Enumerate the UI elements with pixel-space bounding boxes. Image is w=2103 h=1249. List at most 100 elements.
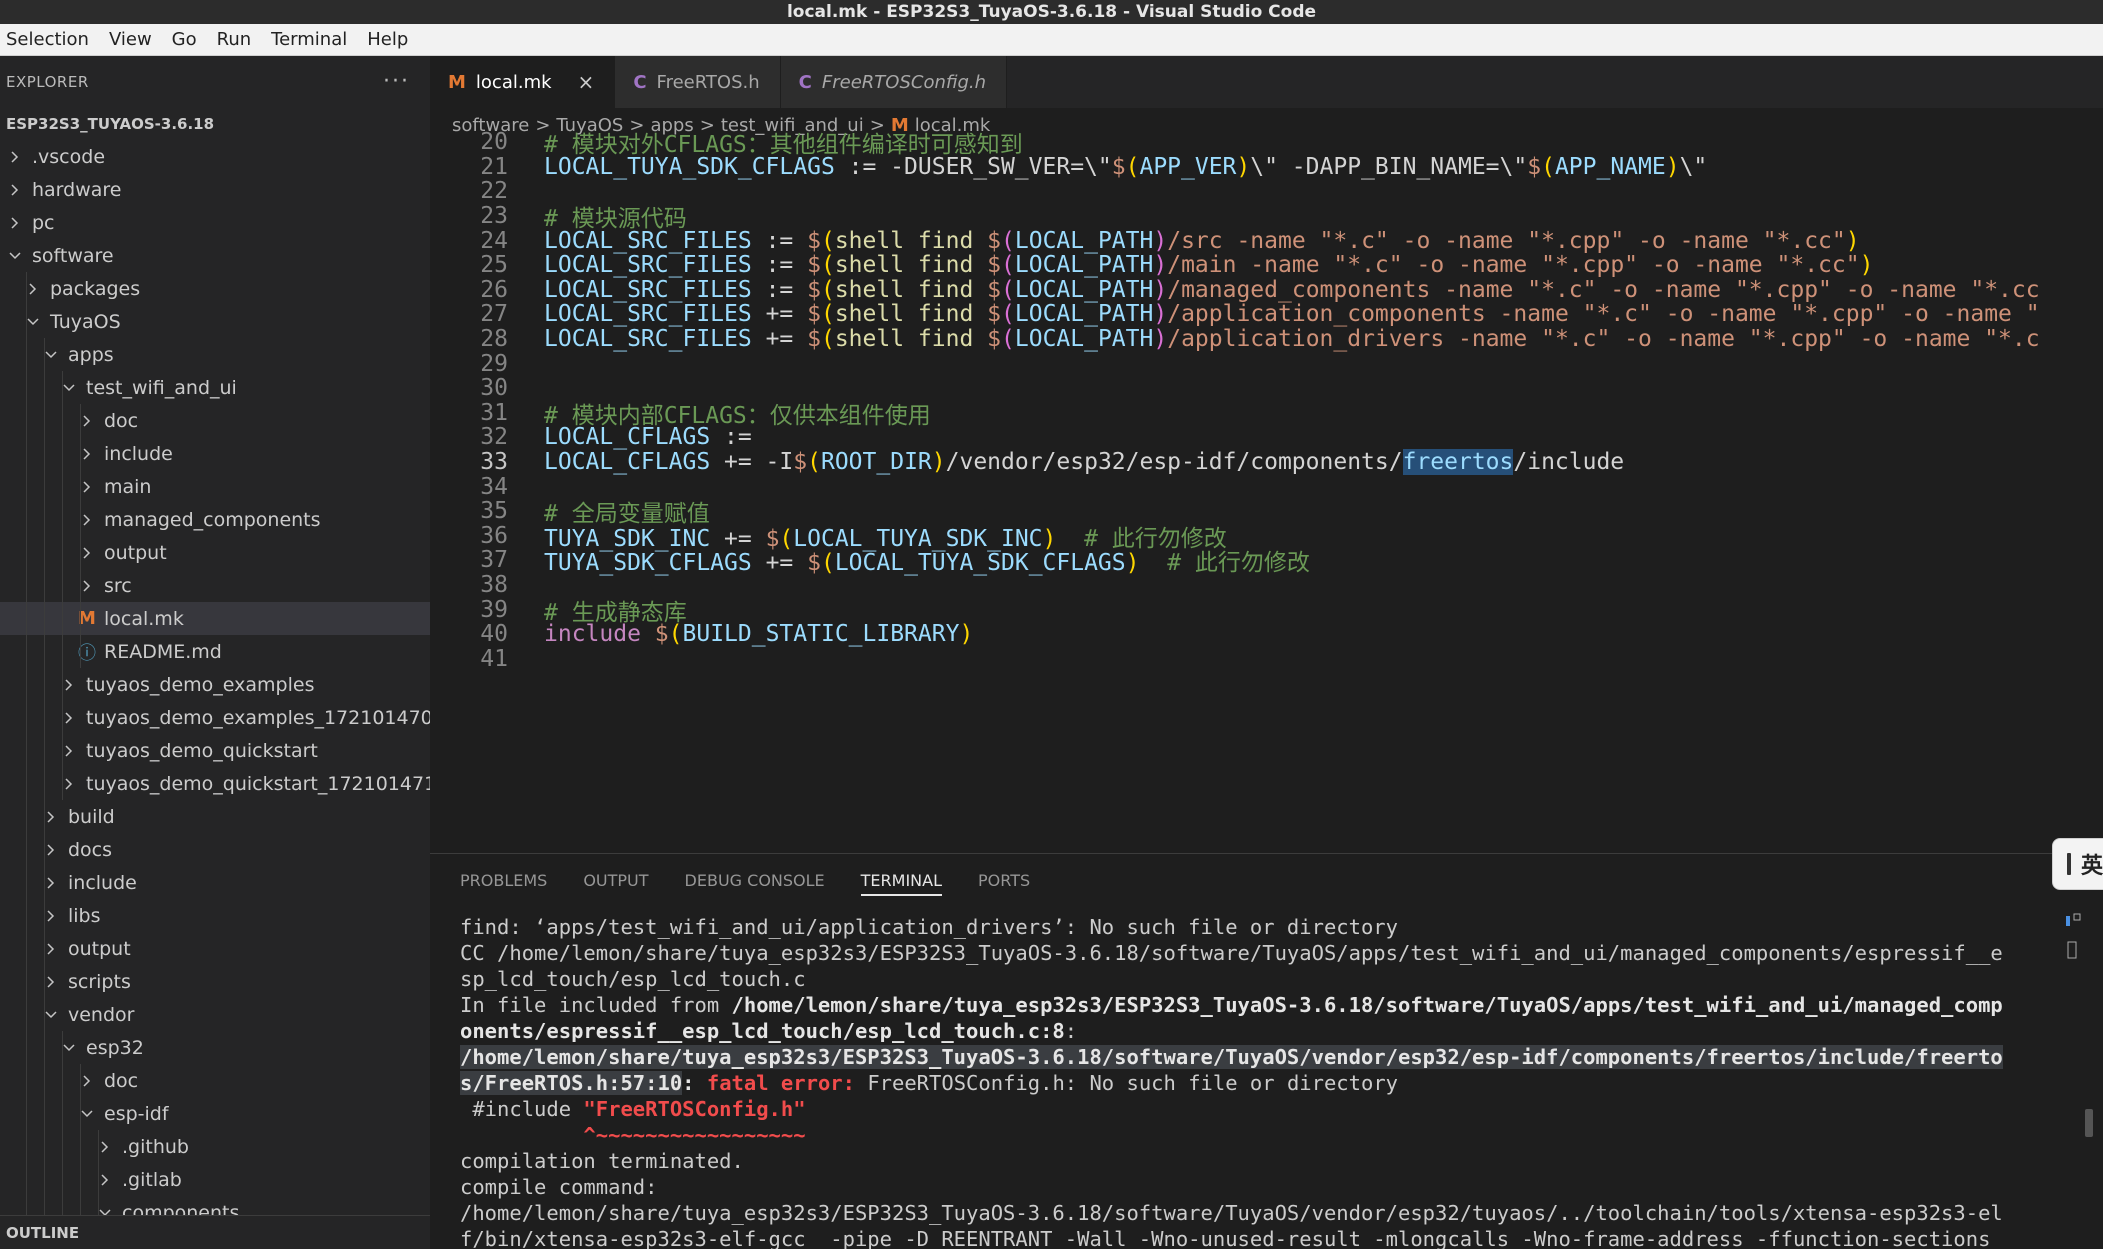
ime-floating-widget[interactable]: 英 bbox=[2052, 838, 2103, 890]
indent-guide bbox=[80, 437, 81, 470]
folder-item[interactable]: tuyaos_demo_examples_1721014707055 bbox=[0, 701, 430, 734]
folder-item[interactable]: output bbox=[0, 932, 430, 965]
folder-item[interactable]: build bbox=[0, 800, 430, 833]
tab-freertos-h[interactable]: C FreeRTOS.h bbox=[615, 56, 781, 108]
line-number: 27 bbox=[480, 301, 508, 328]
folder-item[interactable]: scripts bbox=[0, 965, 430, 998]
menu-bar: Selection View Go Run Terminal Help bbox=[0, 24, 2103, 56]
file-item[interactable]: Mlocal.mk bbox=[0, 602, 430, 635]
menu-item-run[interactable]: Run bbox=[217, 29, 252, 50]
indent-guide bbox=[44, 767, 45, 800]
terminal-token: /home/lemon/share/tuya_esp32s3/ESP32S3_T… bbox=[731, 993, 2003, 1017]
indent-guide bbox=[26, 1064, 27, 1097]
folder-item[interactable]: doc bbox=[0, 1064, 430, 1097]
drag-handle-icon[interactable] bbox=[2067, 853, 2071, 875]
folder-item[interactable]: test_wifi_and_ui bbox=[0, 371, 430, 404]
panel-tab-output[interactable]: OUTPUT bbox=[583, 854, 648, 906]
code-token: ( bbox=[668, 621, 683, 648]
code-line: 21 LOCAL_TUYA_SDK_CFLAGS := -DUSER_SW_VER… bbox=[430, 154, 1707, 180]
terminal-token: In file included from bbox=[460, 993, 732, 1017]
folder-item[interactable]: esp32 bbox=[0, 1031, 430, 1064]
indent-guide bbox=[44, 1031, 45, 1064]
folder-item[interactable]: pc bbox=[0, 206, 430, 239]
tree-item-label: tuyaos_demo_examples bbox=[86, 673, 315, 696]
folder-item[interactable]: tuyaos_demo_quickstart bbox=[0, 734, 430, 767]
folder-item[interactable]: tuyaos_demo_quickstart_1721014715... bbox=[0, 767, 430, 800]
code-token: $ bbox=[987, 252, 1002, 279]
folder-item[interactable]: include bbox=[0, 866, 430, 899]
tab-local-mk[interactable]: Mlocal.mk × bbox=[430, 56, 616, 108]
code-token: /application_components -name "*.c" -o -… bbox=[1167, 301, 2040, 328]
code-token: ) bbox=[959, 621, 974, 648]
workspace-root[interactable]: ESP32S3_TUYAOS-3.6.18 bbox=[0, 108, 430, 140]
menu-item-go[interactable]: Go bbox=[172, 29, 197, 50]
folder-item[interactable]: include bbox=[0, 437, 430, 470]
indent-guide bbox=[44, 932, 45, 965]
folder-item[interactable]: src bbox=[0, 569, 430, 602]
code-token: ( bbox=[820, 276, 835, 303]
code-token: LOCAL_SRC_FILES bbox=[544, 326, 752, 353]
line-text: LOCAL_SRC_FILES += $(shell find $(LOCAL_… bbox=[544, 301, 2040, 327]
terminal-token: sp_lcd_touch/esp_lcd_touch.c bbox=[460, 967, 806, 991]
folder-item[interactable]: TuyaOS bbox=[0, 305, 430, 338]
line-text: TUYA_SDK_CFLAGS += $(LOCAL_TUYA_SDK_CFLA… bbox=[544, 543, 1310, 577]
terminal-token: compilation terminated. bbox=[460, 1149, 744, 1173]
folder-item[interactable]: packages bbox=[0, 272, 430, 305]
folder-item[interactable]: esp-idf bbox=[0, 1097, 430, 1130]
tab-freertosconfig-h[interactable]: C FreeRTOSConfig.h bbox=[780, 56, 1008, 108]
code-token: /src -name "*.c" -o -name "*.cpp" -o -na… bbox=[1167, 227, 1846, 254]
indent-guide bbox=[44, 536, 45, 569]
folder-item[interactable]: .gitlab bbox=[0, 1163, 430, 1196]
terminal-line: /home/lemon/share/tuya_esp32s3/ESP32S3_T… bbox=[460, 1200, 2070, 1226]
tree-item-label: include bbox=[104, 442, 173, 465]
folder-item[interactable]: docs bbox=[0, 833, 430, 866]
indent-guide bbox=[26, 701, 27, 734]
indent-guide bbox=[26, 404, 27, 437]
panel-tab-ports[interactable]: PORTS bbox=[978, 854, 1030, 906]
menu-item-view[interactable]: View bbox=[109, 29, 152, 50]
indent-guide bbox=[98, 1130, 99, 1163]
outline-section[interactable]: OUTLINE bbox=[0, 1215, 430, 1249]
more-actions-icon[interactable]: ··· bbox=[383, 71, 410, 93]
indent-guide bbox=[26, 272, 27, 305]
indent-guide bbox=[80, 635, 81, 668]
folder-item[interactable]: software bbox=[0, 239, 430, 272]
folder-item[interactable]: output bbox=[0, 536, 430, 569]
indent-guide bbox=[44, 569, 45, 602]
line-number: 35 bbox=[480, 498, 508, 525]
code-token: ) bbox=[1153, 326, 1168, 353]
terminal-output[interactable]: find: ‘apps/test_wifi_and_ui/application… bbox=[460, 914, 2070, 1249]
line-number: 23 bbox=[480, 203, 508, 230]
folder-item[interactable]: hardware bbox=[0, 173, 430, 206]
code-token: ( bbox=[820, 227, 835, 254]
folder-item[interactable]: managed_components bbox=[0, 503, 430, 536]
tree-item-label: .gitlab bbox=[122, 1168, 182, 1191]
panel-tab-debug-console[interactable]: DEBUG CONSOLE bbox=[685, 854, 825, 906]
panel-tab-problems[interactable]: PROBLEMS bbox=[460, 854, 547, 906]
terminal-scrollbar[interactable] bbox=[2085, 1109, 2093, 1137]
folder-item[interactable]: doc bbox=[0, 404, 430, 437]
panel-tab-terminal[interactable]: TERMINAL bbox=[860, 854, 943, 906]
folder-item[interactable]: libs bbox=[0, 899, 430, 932]
terminal-token: ^~~~~~~~~~~~~~~~~~ bbox=[583, 1123, 806, 1147]
menu-item-selection[interactable]: Selection bbox=[6, 29, 89, 50]
folder-item[interactable]: main bbox=[0, 470, 430, 503]
folder-item[interactable]: .github bbox=[0, 1130, 430, 1163]
code-line: 39 # 生成静态库 bbox=[430, 597, 686, 626]
folder-item[interactable]: tuyaos_demo_examples bbox=[0, 668, 430, 701]
indent-guide bbox=[44, 1097, 45, 1130]
line-number: 34 bbox=[480, 473, 508, 500]
file-item[interactable]: ⓘ README.md bbox=[0, 635, 430, 668]
code-token: ) bbox=[1153, 227, 1168, 254]
menu-item-terminal[interactable]: Terminal bbox=[271, 29, 347, 50]
close-icon[interactable]: × bbox=[578, 70, 595, 94]
folder-item[interactable]: apps bbox=[0, 338, 430, 371]
folder-item[interactable]: vendor bbox=[0, 998, 430, 1031]
folder-item[interactable]: .vscode bbox=[0, 140, 430, 173]
indent-guide bbox=[26, 470, 27, 503]
code-token: := bbox=[751, 276, 808, 303]
tree-item-label: pc bbox=[32, 211, 55, 234]
tree-item-label: local.mk bbox=[104, 607, 184, 630]
menu-item-help[interactable]: Help bbox=[367, 29, 408, 50]
code-token: LOCAL_TUYA_SDK_CFLAGS bbox=[834, 550, 1126, 577]
